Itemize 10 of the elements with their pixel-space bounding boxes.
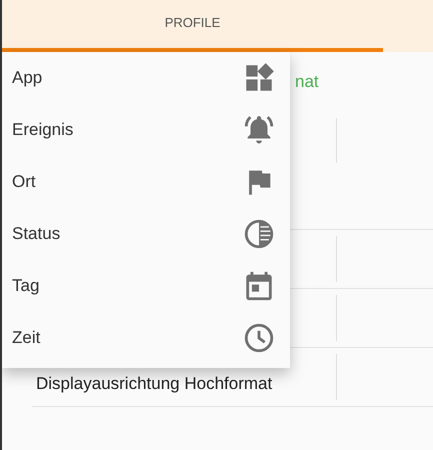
menu-item[interactable]: Tag bbox=[2, 260, 290, 312]
setting-text: Displayausrichtung Hochformat bbox=[35, 373, 272, 394]
clock-icon bbox=[242, 321, 276, 355]
menu-item[interactable]: App bbox=[2, 52, 290, 104]
header-text: nat bbox=[295, 72, 319, 92]
menu-item[interactable]: Ereignis bbox=[2, 104, 290, 156]
menu-item[interactable]: Zeit bbox=[2, 312, 290, 364]
contrast-circle-icon bbox=[242, 217, 276, 251]
menu-item[interactable]: Status bbox=[2, 208, 290, 260]
menu-item[interactable]: Ort bbox=[2, 156, 290, 208]
